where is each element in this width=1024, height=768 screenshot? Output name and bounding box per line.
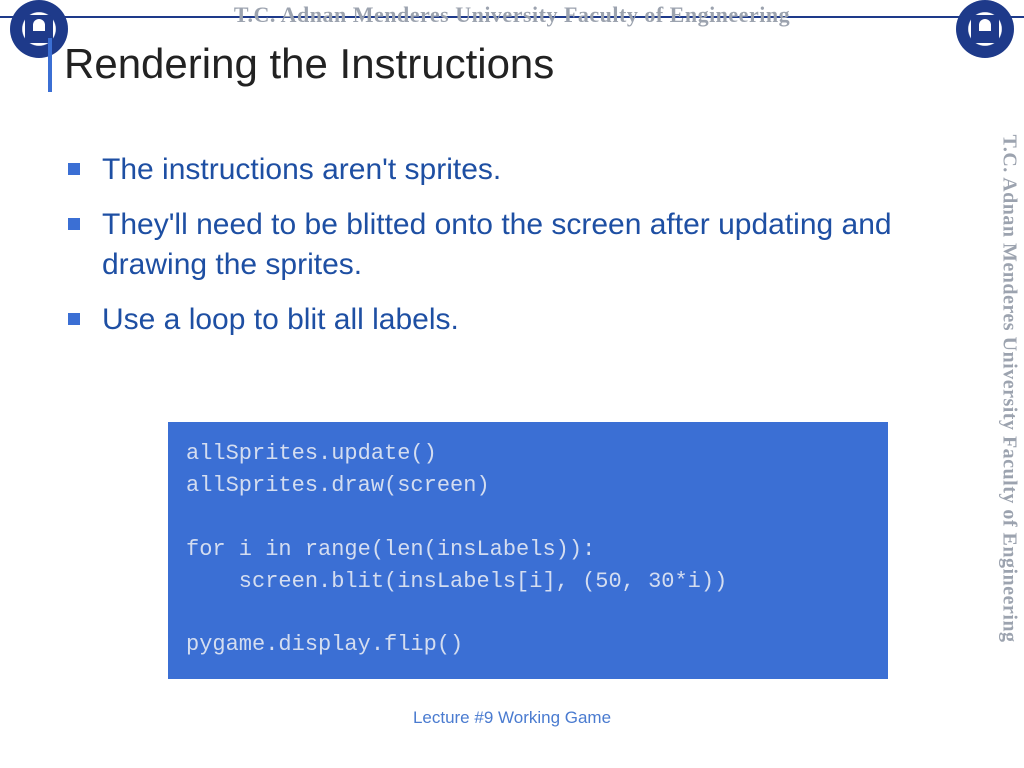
bullet-marker-icon [68,218,80,230]
bullet-item: They'll need to be blitted onto the scre… [68,205,944,286]
bullet-text: The instructions aren't sprites. [102,150,501,191]
bullet-text: They'll need to be blitted onto the scre… [102,205,944,286]
footer-lecture-label: Lecture #9 Working Game [413,708,611,728]
university-logo-left [10,0,68,58]
bullet-item: Use a loop to blit all labels. [68,300,944,341]
bullet-marker-icon [68,313,80,325]
faculty-logo-right [956,0,1014,58]
bullet-list: The instructions aren't sprites. They'll… [68,150,944,354]
side-watermark-text: T.C. Adnan Menderes University Faculty o… [998,134,1021,642]
code-block: allSprites.update() allSprites.draw(scre… [168,422,888,679]
slide-title: Rendering the Instructions [64,40,554,88]
bullet-text: Use a loop to blit all labels. [102,300,459,341]
slide-title-accent-bar [48,38,52,92]
bullet-item: The instructions aren't sprites. [68,150,944,191]
side-watermark: T.C. Adnan Menderes University Faculty o… [994,88,1024,688]
header-watermark: T.C. Adnan Menderes University Faculty o… [234,2,790,28]
bullet-marker-icon [68,163,80,175]
